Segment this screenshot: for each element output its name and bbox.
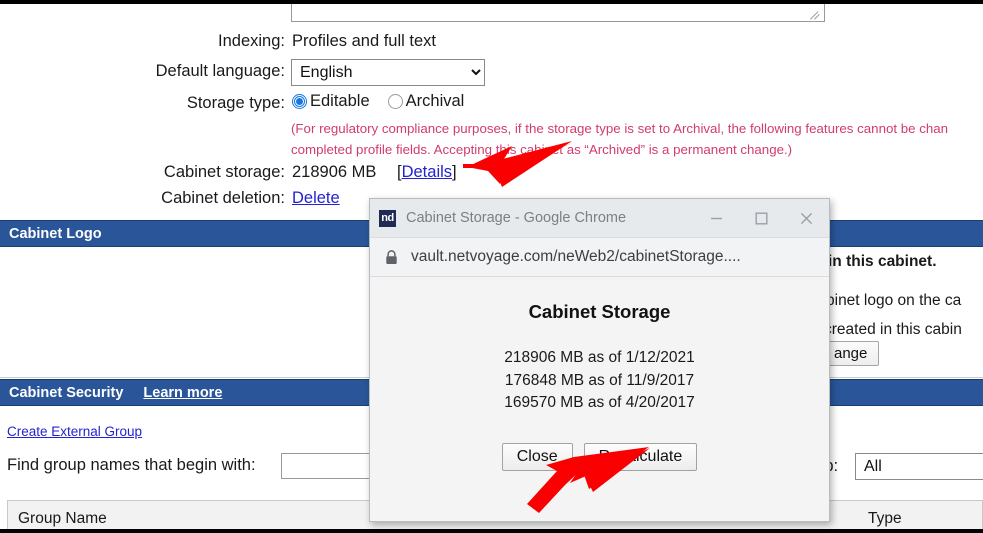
radio-editable[interactable]: Editable bbox=[292, 92, 370, 111]
cabinet-logo-text-3: created in this cabin bbox=[824, 321, 962, 338]
details-link[interactable]: Details bbox=[402, 163, 452, 181]
maximize-icon bbox=[755, 212, 768, 225]
row-default-language: Default language: English bbox=[0, 59, 983, 86]
radio-editable-label: Editable bbox=[310, 92, 370, 110]
row-storage-type: Storage type: Editable Archival bbox=[0, 92, 983, 118]
minimize-icon bbox=[711, 217, 722, 219]
cabinet-storage-popup-window: nd Cabinet Storage - Google Chrome vault… bbox=[369, 198, 830, 522]
popup-heading: Cabinet Storage bbox=[528, 301, 671, 322]
cabinet-storage-value: 218906 MB bbox=[292, 163, 377, 181]
close-dialog-button[interactable]: Close bbox=[501, 442, 573, 471]
close-button[interactable] bbox=[784, 199, 829, 237]
compliance-note-line-1: (For regulatory compliance purposes, if … bbox=[291, 121, 949, 136]
storage-history-item: 169570 MB as of 4/20/2017 bbox=[504, 394, 695, 411]
group-filter-select[interactable]: All bbox=[855, 453, 983, 480]
popup-url-text: vault.netvoyage.com/neWeb2/cabinetStorag… bbox=[411, 248, 741, 265]
storage-history-item: 176848 MB as of 11/9/2017 bbox=[504, 371, 695, 389]
column-header-group-name: Group Name bbox=[18, 510, 107, 527]
details-bracket-open: [Details] bbox=[397, 163, 457, 181]
storage-type-radio-group: Editable Archival bbox=[292, 92, 464, 111]
cabinet-deletion-label: Cabinet deletion: bbox=[161, 189, 285, 207]
cabinet-storage-label: Cabinet storage: bbox=[163, 163, 285, 181]
row-cabinet-storage: Cabinet storage: 218906 MB [Details] bbox=[0, 163, 983, 187]
popup-button-row: Close Recalculate bbox=[370, 442, 829, 471]
popup-title-bar[interactable]: nd Cabinet Storage - Google Chrome bbox=[370, 199, 829, 237]
radio-archival-label: Archival bbox=[405, 92, 465, 110]
cabinet-logo-title: Cabinet Logo bbox=[9, 225, 102, 242]
storage-history-item: 218906 MB as of 1/12/2021 bbox=[504, 349, 695, 366]
popup-content: Cabinet Storage 218906 MB as of 1/12/202… bbox=[370, 278, 829, 521]
default-language-label: Default language: bbox=[155, 62, 285, 80]
indexing-label: Indexing: bbox=[218, 32, 285, 50]
indexing-value: Profiles and full text bbox=[292, 32, 436, 50]
create-external-group-link[interactable]: Create External Group bbox=[7, 424, 142, 439]
storage-history-list: 218906 MB as of 1/12/2021 176848 MB as o… bbox=[370, 347, 829, 415]
window-controls bbox=[694, 199, 829, 237]
column-header-type: Type bbox=[868, 510, 902, 527]
radio-archival[interactable]: Archival bbox=[387, 92, 465, 111]
minimize-button[interactable] bbox=[694, 199, 739, 237]
resize-grip-icon[interactable] bbox=[810, 8, 822, 20]
radio-editable-icon[interactable] bbox=[292, 94, 307, 109]
recalculate-button[interactable]: Recalculate bbox=[583, 442, 698, 471]
lock-icon bbox=[385, 249, 398, 265]
popup-window-title: Cabinet Storage - Google Chrome bbox=[406, 210, 627, 226]
popup-url-bar[interactable]: vault.netvoyage.com/neWeb2/cabinetStorag… bbox=[370, 237, 829, 277]
cabinet-logo-text-2: binet logo on the ca bbox=[826, 292, 962, 309]
netdocuments-favicon-icon: nd bbox=[379, 209, 396, 227]
storage-type-label: Storage type: bbox=[186, 94, 285, 112]
learn-more-link[interactable]: Learn more bbox=[143, 385, 222, 401]
maximize-button[interactable] bbox=[739, 199, 784, 237]
find-group-label: Find group names that begin with: bbox=[7, 456, 256, 474]
description-textarea[interactable] bbox=[291, 4, 825, 22]
close-icon bbox=[800, 212, 813, 224]
cabinet-security-title: Cabinet Security bbox=[9, 384, 124, 401]
screenshot-root: Indexing: Profiles and full text Default… bbox=[0, 0, 983, 533]
delete-link[interactable]: Delete bbox=[292, 189, 340, 207]
change-logo-button[interactable]: ange bbox=[822, 341, 880, 366]
compliance-note-line-2: completed profile fields. Accepting this… bbox=[291, 142, 793, 157]
cabinet-deletion-value: Delete bbox=[292, 189, 340, 208]
default-language-select[interactable]: English bbox=[291, 59, 485, 86]
radio-archival-icon[interactable] bbox=[387, 94, 403, 109]
row-indexing: Indexing: Profiles and full text bbox=[0, 32, 983, 56]
cabinet-logo-text-1: in this cabinet. bbox=[828, 253, 937, 270]
